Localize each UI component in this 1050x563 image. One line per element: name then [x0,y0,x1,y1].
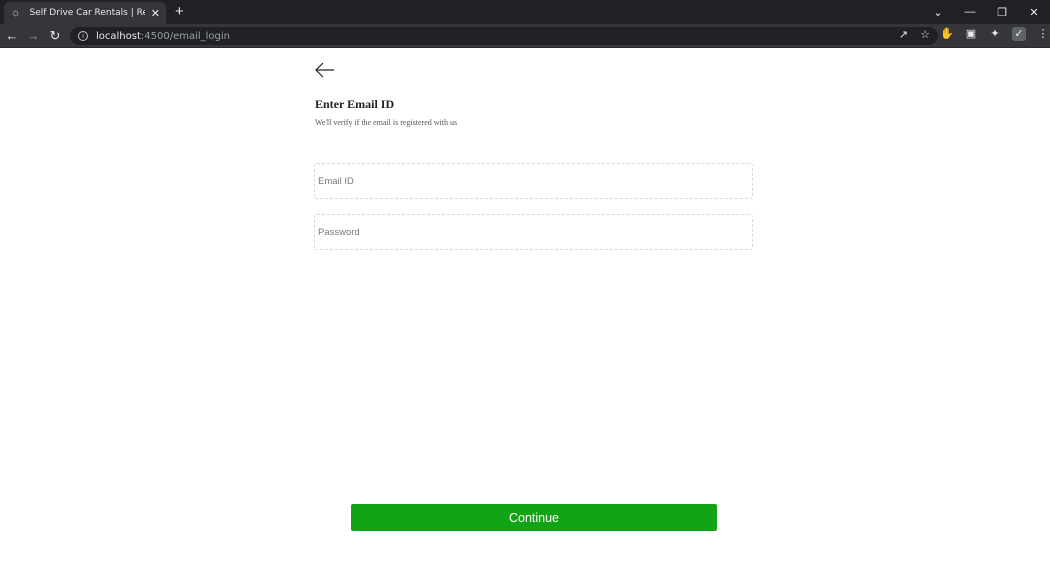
address-bar[interactable]: i localhost:4500/email_login ↗ ☆ [70,27,938,45]
extension-box-icon[interactable]: ▣ [964,27,978,41]
tab-title: Self Drive Car Rentals | Rent a Car [29,8,145,18]
minimize-icon[interactable]: — [954,6,986,18]
reload-icon[interactable]: ↻ [46,27,64,45]
window-close-icon[interactable]: ✕ [1018,6,1050,19]
globe-icon: ☼ [10,7,21,19]
menu-dots-icon[interactable]: ⋮ [1036,27,1050,41]
browser-toolbar: ← → ↻ i localhost:4500/email_login ↗ ☆ ✋… [0,24,1050,48]
url-path: :4500/email_login [140,30,231,42]
puzzle-icon[interactable]: ✦ [988,27,1002,41]
share-icon[interactable]: ↗ [899,28,908,41]
tab-search-icon[interactable]: ⌄ [922,6,954,19]
page-title: Enter Email ID [315,97,395,111]
url-host: localhost [96,30,141,42]
back-icon[interactable]: ← [3,27,21,45]
extension-hand-icon[interactable]: ✋ [940,27,954,41]
password-field[interactable] [314,214,753,250]
restore-icon[interactable]: ❐ [986,6,1018,19]
close-icon[interactable]: ✕ [151,7,160,20]
email-field[interactable] [314,163,753,199]
browser-tabbar: ☼ Self Drive Car Rentals | Rent a Car ✕ … [0,0,1050,24]
forward-icon[interactable]: → [24,27,42,45]
new-tab-icon[interactable]: + [175,3,184,20]
bookmark-star-icon[interactable]: ☆ [920,28,930,41]
extensions-area: ✋ ▣ ✦ ✓ ⋮ [940,27,1050,41]
extension-check-icon[interactable]: ✓ [1012,27,1026,41]
page-content: Enter Email ID We'll verify if the email… [0,49,1050,563]
continue-button[interactable]: Continue [351,504,717,531]
browser-tab[interactable]: ☼ Self Drive Car Rentals | Rent a Car ✕ [4,2,166,24]
back-arrow-icon[interactable] [315,62,335,78]
info-icon[interactable]: i [78,31,88,41]
page-subtitle: We'll verify if the email is registered … [315,118,458,127]
window-controls: ⌄ — ❐ ✕ [922,0,1050,24]
